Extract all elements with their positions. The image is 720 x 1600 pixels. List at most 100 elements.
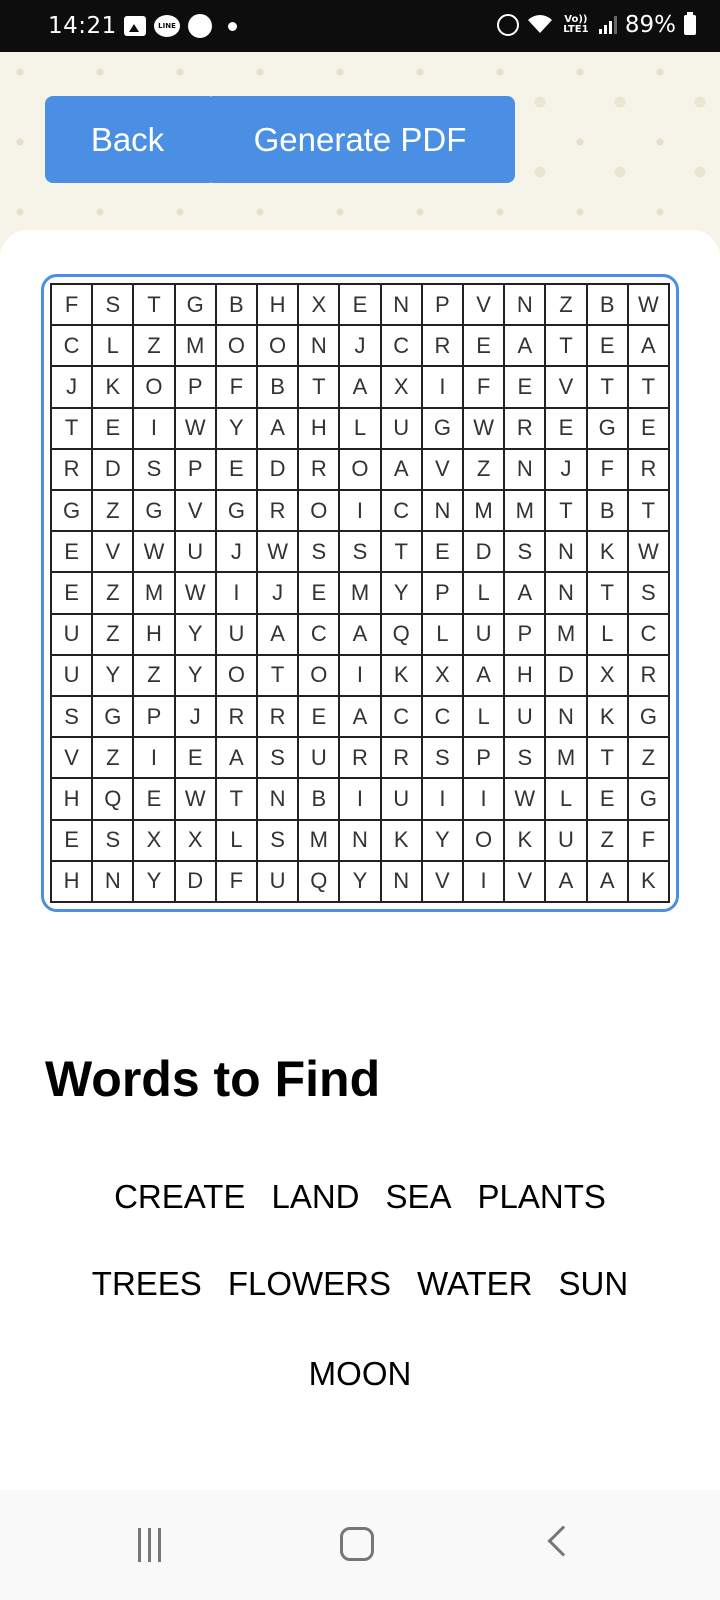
grid-cell[interactable]: E bbox=[175, 738, 217, 780]
grid-cell[interactable]: D bbox=[175, 861, 217, 903]
grid-cell[interactable]: O bbox=[464, 820, 506, 862]
grid-cell[interactable]: Z bbox=[93, 614, 135, 656]
generate-pdf-button[interactable]: Generate PDF bbox=[205, 96, 515, 183]
grid-cell[interactable]: U bbox=[216, 614, 258, 656]
grid-cell[interactable]: G bbox=[175, 285, 217, 327]
grid-cell[interactable]: T bbox=[628, 491, 670, 533]
grid-cell[interactable]: P bbox=[422, 285, 464, 327]
grid-cell[interactable]: Z bbox=[134, 326, 176, 368]
grid-cell[interactable]: A bbox=[505, 573, 547, 615]
grid-cell[interactable]: S bbox=[340, 532, 382, 574]
grid-cell[interactable]: P bbox=[134, 697, 176, 739]
grid-cell[interactable]: B bbox=[587, 491, 629, 533]
grid-cell[interactable]: E bbox=[464, 326, 506, 368]
grid-cell[interactable]: A bbox=[216, 738, 258, 780]
grid-cell[interactable]: K bbox=[628, 861, 670, 903]
grid-cell[interactable]: Z bbox=[93, 738, 135, 780]
grid-cell[interactable]: U bbox=[381, 408, 423, 450]
grid-cell[interactable]: S bbox=[505, 532, 547, 574]
grid-cell[interactable]: U bbox=[258, 861, 300, 903]
grid-cell[interactable]: G bbox=[587, 408, 629, 450]
grid-cell[interactable]: O bbox=[134, 367, 176, 409]
grid-cell[interactable]: Z bbox=[587, 820, 629, 862]
grid-cell[interactable]: O bbox=[299, 655, 341, 697]
grid-cell[interactable]: F bbox=[628, 820, 670, 862]
grid-cell[interactable]: K bbox=[587, 532, 629, 574]
grid-cell[interactable]: I bbox=[216, 573, 258, 615]
grid-cell[interactable]: W bbox=[258, 532, 300, 574]
grid-cell[interactable]: A bbox=[340, 614, 382, 656]
grid-cell[interactable]: I bbox=[134, 408, 176, 450]
grid-cell[interactable]: C bbox=[381, 491, 423, 533]
grid-cell[interactable]: O bbox=[299, 491, 341, 533]
grid-cell[interactable]: N bbox=[505, 449, 547, 491]
grid-cell[interactable]: A bbox=[258, 614, 300, 656]
grid-cell[interactable]: B bbox=[299, 779, 341, 821]
grid-cell[interactable]: E bbox=[587, 779, 629, 821]
grid-cell[interactable]: D bbox=[258, 449, 300, 491]
grid-cell[interactable]: U bbox=[464, 614, 506, 656]
grid-cell[interactable]: E bbox=[216, 449, 258, 491]
grid-cell[interactable]: E bbox=[546, 408, 588, 450]
grid-cell[interactable]: W bbox=[175, 573, 217, 615]
back-button[interactable]: Back bbox=[45, 96, 210, 183]
grid-cell[interactable]: G bbox=[216, 491, 258, 533]
grid-cell[interactable]: J bbox=[546, 449, 588, 491]
grid-cell[interactable]: M bbox=[464, 491, 506, 533]
grid-cell[interactable]: H bbox=[52, 779, 94, 821]
grid-cell[interactable]: I bbox=[340, 655, 382, 697]
grid-cell[interactable]: Z bbox=[93, 491, 135, 533]
grid-cell[interactable]: E bbox=[134, 779, 176, 821]
grid-cell[interactable]: O bbox=[258, 326, 300, 368]
grid-cell[interactable]: K bbox=[505, 820, 547, 862]
grid-cell[interactable]: I bbox=[134, 738, 176, 780]
grid-cell[interactable]: R bbox=[381, 738, 423, 780]
grid-cell[interactable]: Y bbox=[134, 861, 176, 903]
grid-cell[interactable]: R bbox=[258, 491, 300, 533]
grid-cell[interactable]: W bbox=[628, 285, 670, 327]
recent-apps-icon[interactable] bbox=[138, 1528, 161, 1562]
grid-cell[interactable]: L bbox=[93, 326, 135, 368]
grid-cell[interactable]: S bbox=[258, 820, 300, 862]
grid-cell[interactable]: W bbox=[505, 779, 547, 821]
grid-cell[interactable]: S bbox=[628, 573, 670, 615]
grid-cell[interactable]: C bbox=[52, 326, 94, 368]
grid-cell[interactable]: Z bbox=[134, 655, 176, 697]
grid-cell[interactable]: M bbox=[546, 738, 588, 780]
grid-cell[interactable]: S bbox=[299, 532, 341, 574]
grid-cell[interactable]: A bbox=[258, 408, 300, 450]
grid-cell[interactable]: K bbox=[381, 655, 423, 697]
grid-cell[interactable]: Y bbox=[175, 655, 217, 697]
grid-cell[interactable]: T bbox=[587, 573, 629, 615]
grid-cell[interactable]: W bbox=[134, 532, 176, 574]
grid-cell[interactable]: Q bbox=[299, 861, 341, 903]
grid-cell[interactable]: P bbox=[175, 449, 217, 491]
grid-cell[interactable]: J bbox=[340, 326, 382, 368]
grid-cell[interactable]: G bbox=[422, 408, 464, 450]
grid-cell[interactable]: F bbox=[464, 367, 506, 409]
grid-cell[interactable]: U bbox=[52, 614, 94, 656]
grid-cell[interactable]: V bbox=[422, 861, 464, 903]
grid-cell[interactable]: G bbox=[52, 491, 94, 533]
grid-cell[interactable]: N bbox=[381, 861, 423, 903]
grid-cell[interactable]: M bbox=[175, 326, 217, 368]
grid-cell[interactable]: A bbox=[464, 655, 506, 697]
grid-cell[interactable]: N bbox=[93, 861, 135, 903]
grid-cell[interactable]: N bbox=[299, 326, 341, 368]
grid-cell[interactable]: P bbox=[422, 573, 464, 615]
grid-cell[interactable]: E bbox=[93, 408, 135, 450]
grid-cell[interactable]: J bbox=[52, 367, 94, 409]
grid-cell[interactable]: N bbox=[422, 491, 464, 533]
grid-cell[interactable]: E bbox=[628, 408, 670, 450]
grid-cell[interactable]: B bbox=[587, 285, 629, 327]
grid-cell[interactable]: L bbox=[464, 697, 506, 739]
grid-cell[interactable]: E bbox=[52, 820, 94, 862]
grid-cell[interactable]: W bbox=[628, 532, 670, 574]
grid-cell[interactable]: E bbox=[422, 532, 464, 574]
grid-cell[interactable]: J bbox=[258, 573, 300, 615]
grid-cell[interactable]: R bbox=[299, 449, 341, 491]
grid-cell[interactable]: D bbox=[464, 532, 506, 574]
grid-cell[interactable]: A bbox=[546, 861, 588, 903]
grid-cell[interactable]: C bbox=[422, 697, 464, 739]
grid-cell[interactable]: A bbox=[587, 861, 629, 903]
